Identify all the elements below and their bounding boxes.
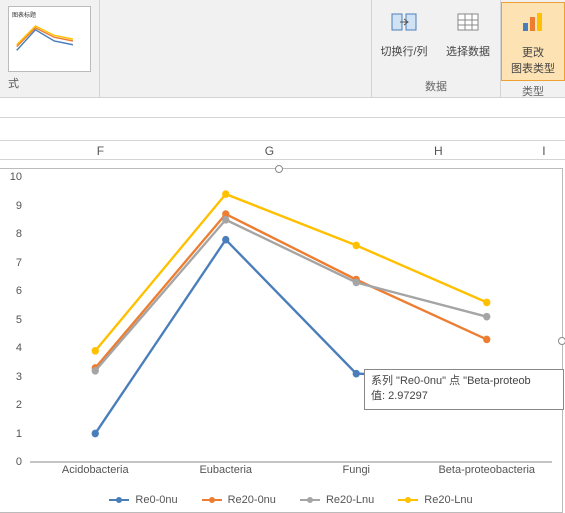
change-chart-type-icon (519, 11, 547, 38)
y-tick: 2 (16, 399, 22, 411)
change-type-label-1: 更改 (522, 44, 544, 60)
legend-swatch (300, 499, 320, 501)
data-point[interactable] (92, 367, 99, 375)
legend-label: Re0-0nu (135, 494, 177, 506)
chart-object[interactable]: 0 1 2 3 4 5 6 7 8 9 10 AcidobacteriaEubacteriaFung… (0, 168, 563, 513)
legend-swatch (109, 499, 129, 501)
x-category: Fungi (291, 464, 422, 482)
data-point[interactable] (483, 299, 490, 307)
y-tick: 9 (16, 200, 22, 212)
chart-style-preview[interactable]: 图表标题 式 (0, 0, 100, 97)
data-point[interactable] (222, 216, 229, 224)
worksheet[interactable]: F G H I 0 1 2 3 4 5 6 7 8 9 10 AcidobacteriaEubact… (0, 118, 565, 513)
col-header-I[interactable]: I (523, 141, 565, 159)
data-point[interactable] (92, 347, 99, 355)
x-category: Eubacteria (161, 464, 292, 482)
y-tick: 8 (16, 228, 22, 240)
y-axis: 012345678910 (0, 177, 26, 462)
ribbon-group-type: 更改 图表类型 类型 (500, 0, 565, 97)
formula-bar-area (0, 98, 565, 118)
y-tick: 5 (16, 314, 22, 326)
select-data-label: 选择数据 (446, 43, 490, 59)
legend-label: Re20-Lnu (326, 494, 374, 506)
y-tick: 4 (16, 342, 22, 354)
legend-item[interactable]: Re20-Lnu (398, 494, 472, 506)
resize-handle-right[interactable] (558, 337, 565, 345)
change-chart-type-button[interactable]: 更改 图表类型 (501, 2, 565, 81)
data-point[interactable] (222, 190, 229, 198)
y-tick: 1 (16, 428, 22, 440)
legend-swatch (202, 499, 222, 501)
legend-item[interactable]: Re0-0nu (109, 494, 177, 506)
switch-row-col-button[interactable]: 切换行/列 (372, 2, 436, 76)
y-tick: 10 (10, 171, 22, 183)
datapoint-tooltip: 系列 "Re0-0nu" 点 "Beta-proteob 值: 2.97297 (364, 369, 564, 410)
col-header-F[interactable]: F (16, 141, 185, 159)
data-point[interactable] (222, 236, 229, 244)
chart-thumbnail: 图表标题 (8, 6, 91, 72)
col-header-H[interactable]: H (354, 141, 523, 159)
tooltip-value: 值: 2.97297 (371, 389, 557, 404)
tooltip-series: 系列 "Re0-0nu" 点 "Beta-proteob (371, 374, 557, 389)
data-point[interactable] (483, 336, 490, 344)
change-type-label-2: 图表类型 (511, 60, 555, 76)
ribbon-group-data: 切换行/列 选择数据 数据 (371, 0, 500, 97)
legend-label: Re20-0nu (228, 494, 276, 506)
col-header-G[interactable]: G (185, 141, 354, 159)
data-point[interactable] (353, 242, 360, 250)
resize-handle-top[interactable] (275, 165, 283, 173)
legend: Re0-0nu Re20-0nu Re20-Lnu Re20-Lnu (30, 494, 552, 506)
type-group-label: 类型 (501, 81, 565, 102)
chart-svg (30, 177, 552, 462)
ribbon: 图表标题 式 切换行/列 选择数据 (0, 0, 565, 98)
data-point[interactable] (92, 430, 99, 438)
x-axis: AcidobacteriaEubacteriaFungiBeta-proteob… (30, 464, 552, 482)
data-group-label: 数据 (372, 76, 500, 97)
x-category: Beta-proteobacteria (422, 464, 553, 482)
series-line[interactable] (95, 194, 487, 351)
data-point[interactable] (353, 279, 360, 287)
legend-item[interactable]: Re20-Lnu (300, 494, 374, 506)
switch-row-col-icon (390, 10, 418, 37)
legend-label: Re20-Lnu (424, 494, 472, 506)
y-tick: 6 (16, 285, 22, 297)
style-group-label: 式 (8, 72, 91, 91)
y-tick: 0 (16, 456, 22, 468)
legend-item[interactable]: Re20-0nu (202, 494, 276, 506)
plot-area[interactable] (30, 177, 552, 462)
y-tick: 7 (16, 257, 22, 269)
data-point[interactable] (353, 370, 360, 378)
column-headers: F G H I (0, 140, 565, 160)
data-point[interactable] (483, 313, 490, 321)
select-data-icon (454, 10, 482, 37)
thumbnail-title: 图表标题 (12, 10, 87, 19)
select-data-button[interactable]: 选择数据 (436, 2, 500, 76)
switch-row-col-label: 切换行/列 (380, 43, 427, 59)
legend-swatch (398, 499, 418, 501)
y-tick: 3 (16, 371, 22, 383)
x-category: Acidobacteria (30, 464, 161, 482)
